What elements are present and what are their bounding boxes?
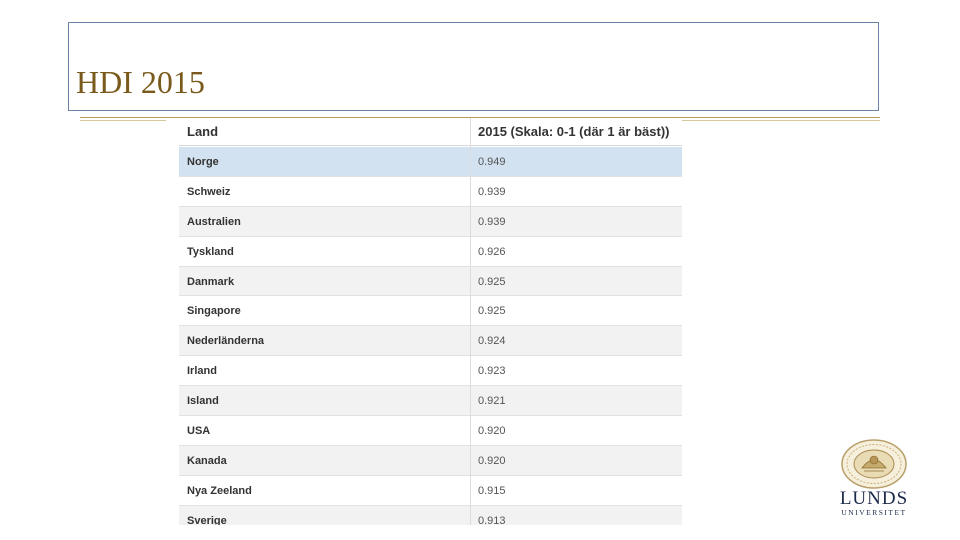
table-row: Norge 0.949 (179, 147, 682, 177)
table-row: Sverige 0.913 (179, 505, 682, 525)
hdi-table: Land 2015 (Skala: 0-1 (där 1 är bäst)) N… (166, 118, 682, 525)
hdi-value-cell: 0.915 (478, 484, 506, 497)
hdi-value-cell: 0.923 (478, 365, 506, 378)
table-row: Australien 0.939 (179, 206, 682, 237)
country-cell: Singapore (187, 305, 241, 318)
country-cell: Sverige (187, 514, 227, 525)
hdi-value-cell: 0.920 (478, 425, 506, 438)
country-cell: Kanada (187, 454, 227, 467)
logo-wordmark: LUNDS UNIVERSITET (828, 489, 920, 517)
country-cell: Australien (187, 215, 241, 228)
logo-name: LUNDS (839, 488, 909, 509)
table-body: Norge 0.949 Schweiz 0.939 Australien 0.939 Tys… (179, 147, 682, 525)
table-row: Nederländerna 0.924 (179, 326, 682, 357)
hdi-value-cell: 0.949 (478, 156, 506, 168)
country-cell: Schweiz (187, 185, 231, 198)
country-cell: Nya Zeeland (187, 484, 252, 497)
table-row: USA 0.920 (179, 416, 682, 446)
hdi-value-cell: 0.924 (478, 335, 506, 348)
hdi-value-cell: 0.913 (478, 514, 506, 525)
table-header: Land 2015 (Skala: 0-1 (där 1 är bäst)) (179, 118, 682, 146)
university-seal-icon (841, 439, 907, 489)
country-cell: USA (187, 425, 211, 438)
hdi-value-cell: 0.925 (478, 305, 506, 318)
table-row: Island 0.921 (179, 386, 682, 417)
hdi-value-cell: 0.921 (478, 395, 506, 408)
country-cell: Irland (187, 365, 217, 378)
hdi-value-cell: 0.926 (478, 245, 506, 258)
table-row: Danmark 0.925 (179, 266, 682, 297)
column-divider (470, 118, 471, 525)
logo-subtitle: UNIVERSITET (841, 508, 907, 517)
slide-title: HDI 2015 (76, 64, 205, 100)
hdi-value-cell: 0.925 (478, 275, 506, 288)
column-header-2015: 2015 (Skala: 0-1 (där 1 är bäst)) (478, 124, 670, 139)
country-cell: Norge (187, 156, 219, 168)
country-cell: Tyskland (187, 245, 234, 258)
table-row: Singapore 0.925 (179, 296, 682, 327)
country-cell: Nederländerna (187, 335, 265, 348)
hdi-value-cell: 0.939 (478, 215, 506, 228)
table-row: Tyskland 0.926 (179, 236, 682, 267)
column-header-land: Land (187, 124, 219, 139)
country-cell: Island (187, 395, 219, 408)
table-row: Irland 0.923 (179, 356, 682, 387)
hdi-value-cell: 0.920 (478, 454, 506, 467)
hdi-value-cell: 0.939 (478, 185, 506, 198)
country-cell: Danmark (187, 275, 235, 288)
table-row: Kanada 0.920 (179, 445, 682, 476)
lund-university-logo: LUNDS UNIVERSITET (828, 438, 920, 520)
table-row: Nya Zeeland 0.915 (179, 475, 682, 506)
table-row: Schweiz 0.939 (179, 176, 682, 207)
